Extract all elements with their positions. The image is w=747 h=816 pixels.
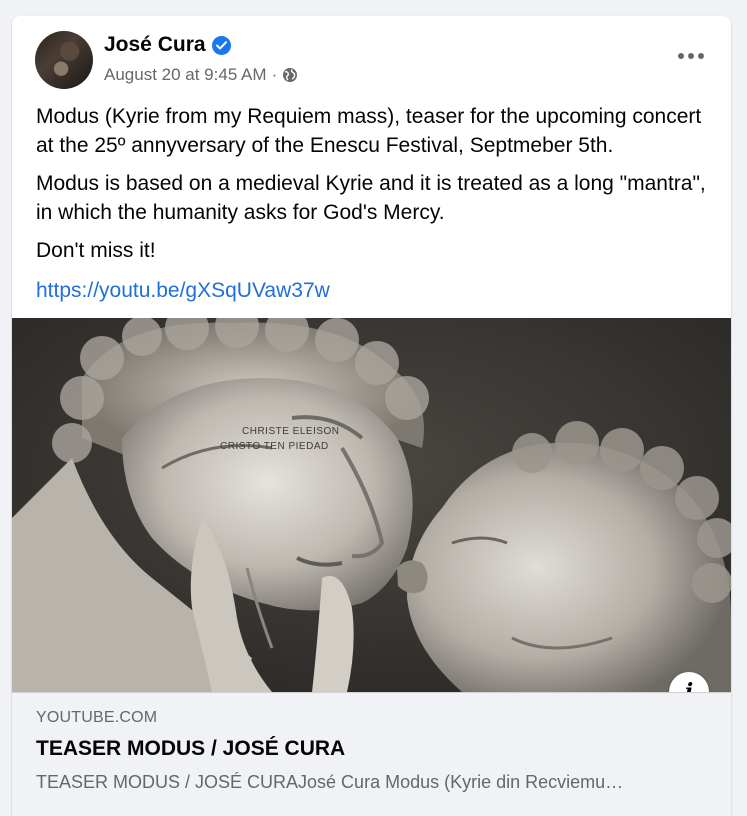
post-card: José Cura August 20 at 9:45 AM · Modus (… — [12, 16, 731, 816]
overlay-text-line-2: CRISTO TEN PIEDAD — [220, 441, 329, 452]
post-link[interactable]: https://youtu.be/gXSqUVaw37w — [36, 276, 330, 305]
dot-icon — [698, 53, 704, 59]
dot-icon — [678, 53, 684, 59]
post-meta: August 20 at 9:45 AM · — [104, 65, 298, 85]
dot-icon — [688, 53, 694, 59]
preview-title[interactable]: TEASER MODUS / JOSÉ CURA — [36, 737, 345, 761]
meta-separator: · — [271, 65, 278, 84]
overlay-text-line-1: CHRISTE ELEISON — [242, 426, 340, 437]
post-paragraph-1: Modus (Kyrie from my Requiem mass), teas… — [36, 105, 702, 157]
post-body: Modus (Kyrie from my Requiem mass), teas… — [36, 102, 716, 305]
statue-image: CHRISTE ELEISON CRISTO TEN PIEDAD — [12, 318, 731, 692]
post-timestamp[interactable]: August 20 at 9:45 AM — [104, 65, 267, 85]
verified-badge-icon — [211, 35, 231, 55]
post-header: José Cura August 20 at 9:45 AM · — [12, 16, 731, 96]
preview-description: TEASER MODUS / JOSÉ CURAJosé Cura Modus … — [36, 772, 624, 792]
video-thumbnail[interactable]: CHRISTE ELEISON CRISTO TEN PIEDAD i — [12, 318, 731, 692]
post-paragraph-2: Modus is based on a medieval Kyrie and i… — [36, 172, 706, 224]
author-avatar[interactable] — [35, 31, 93, 89]
preview-domain: YOUTUBE.COM — [36, 709, 158, 726]
author-name[interactable]: José Cura — [104, 33, 206, 57]
post-paragraph-3: Don't miss it! — [36, 239, 156, 262]
author-row: José Cura — [104, 33, 231, 57]
link-preview[interactable]: YOUTUBE.COM TEASER MODUS / JOSÉ CURA TEA… — [12, 692, 731, 816]
more-options-button[interactable] — [673, 44, 709, 68]
globe-icon[interactable] — [282, 67, 298, 83]
